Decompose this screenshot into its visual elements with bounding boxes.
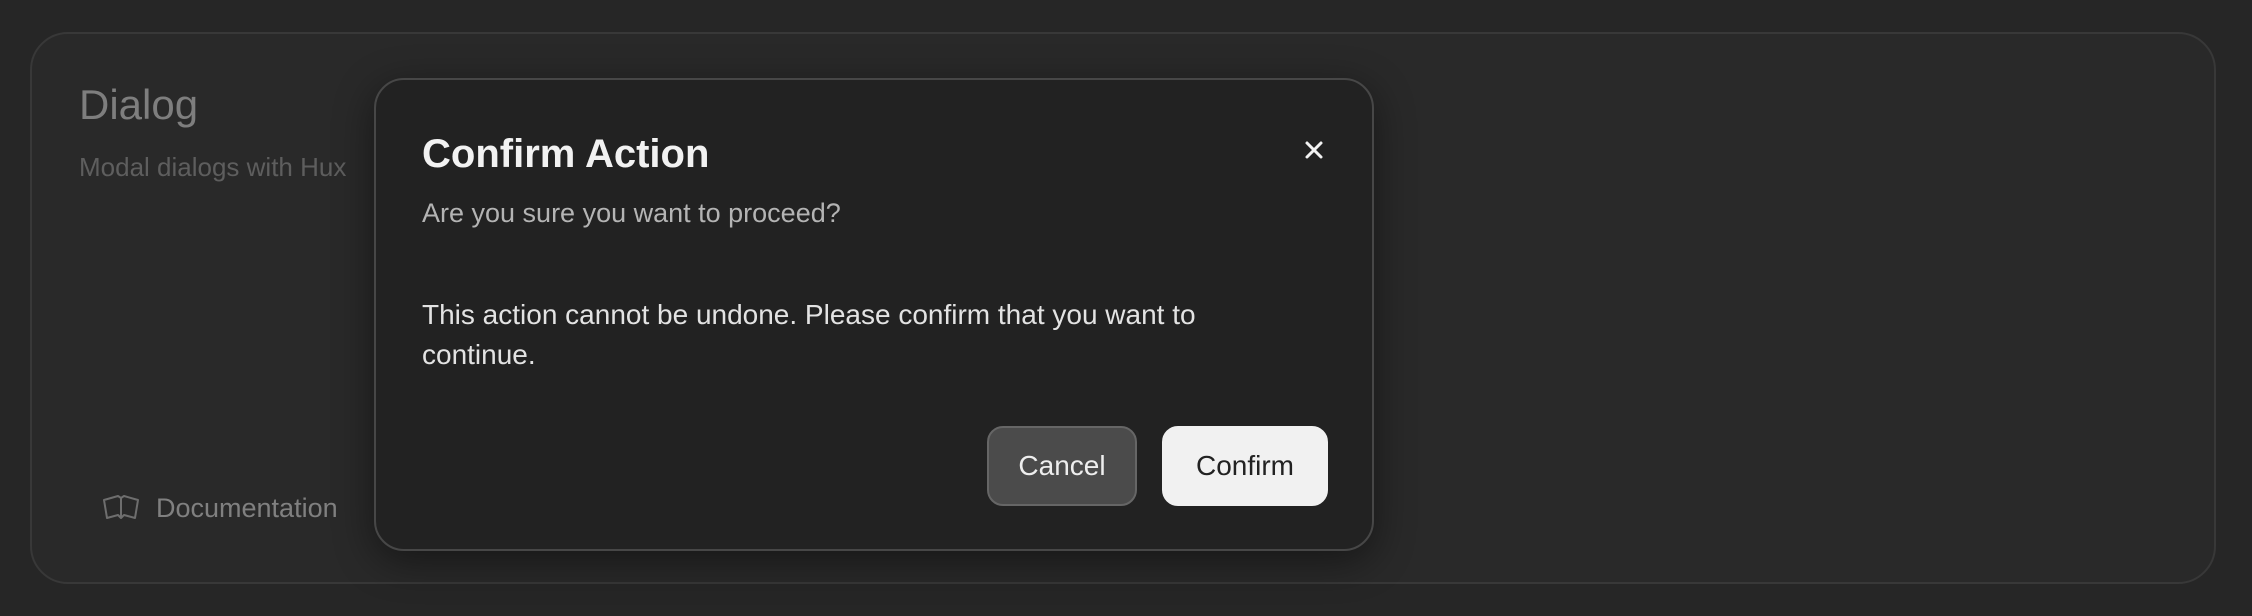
confirm-dialog: Confirm Action Are you sure you want to … [374, 78, 1374, 551]
book-open-icon [103, 495, 139, 519]
dialog-title: Confirm Action [422, 132, 710, 176]
dialog-body: This action cannot be undone. Please con… [422, 299, 1196, 370]
confirm-button[interactable]: Confirm [1162, 426, 1328, 506]
card-title: Dialog [79, 81, 199, 128]
card-subtitle: Modal dialogs with Hux [79, 152, 347, 182]
close-icon [1305, 141, 1323, 159]
cancel-button[interactable]: Cancel [987, 426, 1137, 506]
dialog-description: Are you sure you want to proceed? [422, 198, 841, 228]
close-button[interactable] [1294, 130, 1334, 170]
documentation-link[interactable]: Documentation [102, 492, 338, 524]
documentation-label: Documentation [156, 492, 338, 523]
